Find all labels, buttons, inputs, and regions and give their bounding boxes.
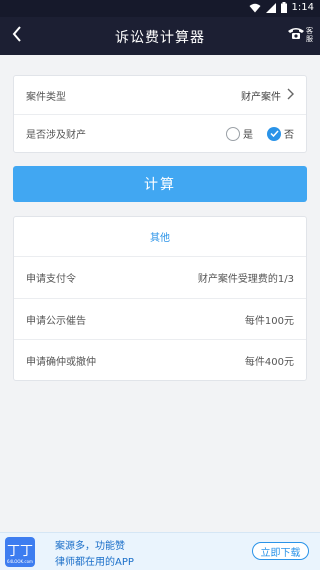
- radio-yes-label: 是: [243, 130, 253, 141]
- radio-no[interactable]: 否: [267, 126, 294, 141]
- other-row-label: 申请确仲或撤仲: [26, 356, 96, 368]
- radio-unchecked-icon: [226, 126, 240, 141]
- phone-icon: [287, 25, 305, 44]
- property-row: 是否涉及财产 是 否: [14, 114, 306, 152]
- signal-icon: [265, 2, 276, 13]
- app-logo-text: 丁丁: [6, 544, 33, 559]
- download-button[interactable]: 立即下载: [252, 542, 309, 560]
- other-row: 申请公示催告 每件100元: [14, 298, 306, 339]
- other-title: 其他: [14, 217, 306, 257]
- customer-service-label: 客服: [306, 26, 313, 43]
- wifi-icon: [249, 3, 261, 13]
- status-bar: 1:14: [0, 0, 320, 17]
- radio-no-label: 否: [284, 130, 294, 141]
- app-logo-sub: 64LOOK.com: [7, 559, 33, 564]
- nav-bar: 诉讼费计算器 客服: [0, 17, 320, 55]
- app-logo: 丁丁 64LOOK.com: [5, 537, 35, 567]
- clock-time: 1:14: [291, 2, 314, 13]
- battery-icon: [280, 2, 287, 13]
- banner-line-1: 案源多，功能赞: [55, 541, 125, 552]
- case-type-row[interactable]: 案件类型 财产案件: [14, 76, 306, 114]
- radio-yes[interactable]: 是: [226, 126, 253, 141]
- app-banner[interactable]: 丁丁 64LOOK.com 案源多，功能赞 律师都在用的APP 立即下载: [0, 532, 320, 570]
- other-row-value: 每件400元: [244, 356, 294, 368]
- radio-checked-icon: [267, 126, 281, 141]
- customer-service-button[interactable]: 客服: [287, 25, 314, 44]
- calculate-button[interactable]: 计算: [13, 166, 307, 202]
- form-card: 案件类型 财产案件 是否涉及财产 是 否: [13, 75, 307, 153]
- page-title: 诉讼费计算器: [115, 30, 205, 46]
- other-row: 申请确仲或撤仲 每件400元: [14, 339, 306, 380]
- other-row-label: 申请公示催告: [26, 315, 86, 327]
- other-row: 申请支付令 财产案件受理费的1/3: [14, 257, 306, 298]
- case-type-value: 财产案件: [241, 91, 281, 103]
- chevron-right-icon: [287, 88, 294, 103]
- other-card: 其他 申请支付令 财产案件受理费的1/3 申请公示催告 每件100元 申请确仲或…: [13, 216, 307, 381]
- other-row-label: 申请支付令: [26, 274, 76, 285]
- other-row-value: 每件100元: [244, 315, 294, 327]
- banner-line-2: 律师都在用的APP: [55, 557, 134, 568]
- case-type-label: 案件类型: [26, 91, 66, 103]
- property-label: 是否涉及财产: [26, 130, 86, 141]
- other-row-value: 财产案件受理费的1/3: [197, 274, 294, 285]
